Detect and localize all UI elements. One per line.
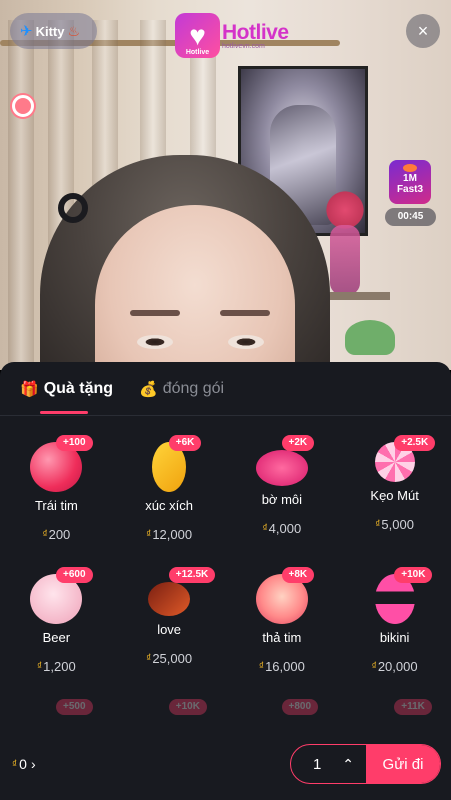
gift-item[interactable]: +8K thả tim ₫ 16,000 [226, 564, 339, 674]
gift-item[interactable]: +500 [0, 696, 113, 736]
gift-price: ₫ 25,000 [146, 651, 193, 666]
gift-item[interactable]: +12.5K love ₫ 25,000 [113, 564, 226, 674]
gift-name: thả tim [262, 630, 302, 645]
gift-price: ₫ 12,000 [146, 527, 193, 542]
streamer-profile-pill[interactable]: ✈ Kitty ♨ [10, 13, 97, 49]
balance-value: 0 [19, 756, 27, 772]
gift-name: Trái tim [34, 498, 78, 513]
plant [345, 320, 395, 355]
tab-package[interactable]: 💰 đóng gói [139, 362, 224, 416]
gift-name: Kẹo Mút [370, 488, 419, 503]
currency-icon: ₫ [42, 529, 48, 540]
gift-item[interactable]: +100 Trái tim ₫ 200 [0, 432, 113, 542]
gift-price: ₫ 16,000 [258, 659, 305, 674]
flame-badge-icon: ♨ [67, 22, 81, 39]
gift-name: bờ môi [261, 492, 303, 507]
gift-bonus: +10K [394, 567, 433, 583]
gift-item[interactable]: +10K bikini ₫ 20,000 [338, 564, 451, 674]
gift-bonus: +2K [281, 435, 315, 451]
quantity-selector[interactable]: 1 ⌃ [291, 745, 366, 783]
gift-item[interactable]: +11K [338, 696, 451, 736]
gift-item[interactable]: +10K [113, 696, 226, 736]
gift-price: ₫ 1,200 [37, 659, 76, 674]
gift-name: love [157, 622, 182, 637]
gift-price: ₫ 20,000 [371, 659, 418, 674]
game-label-line1: 1M [403, 173, 417, 184]
gift-bonus: +12.5K [168, 567, 216, 583]
hair-clip [58, 193, 88, 223]
gift-bonus: +600 [56, 567, 93, 583]
gift-name: Beer [42, 630, 71, 645]
gift-bonus: +100 [56, 435, 93, 451]
heart-logo-icon: ♥ Hotlive [175, 13, 220, 58]
gift-bonus: +6K [168, 435, 202, 451]
gift-name: xúc xích [145, 498, 193, 513]
send-group: 1 ⌃ Gửi đi [290, 744, 441, 784]
love-sign-gift-icon [148, 582, 191, 616]
currency-icon: ₫ [146, 653, 152, 664]
brow [130, 310, 180, 316]
currency-icon: ₫ [258, 661, 265, 672]
streamer-username: Kitty [35, 23, 65, 39]
currency-icon: ₫ [146, 529, 152, 540]
tab-gifts[interactable]: 🎁 Quà tặng [20, 362, 113, 416]
gift-bonus: +2.5K [394, 435, 436, 451]
gift-price: ₫ 200 [42, 527, 71, 542]
eye [228, 335, 264, 349]
tab-gifts-label: Quà tặng [43, 379, 114, 397]
airplane-icon: ✈ [20, 23, 33, 40]
gift-item[interactable]: +6K xúc xích ₫ 12,000 [113, 432, 226, 542]
gift-bonus: +8K [281, 567, 315, 583]
gift-price: ₫ 5,000 [375, 517, 414, 532]
tab-package-label: đóng gói [162, 379, 225, 397]
currency-icon: ₫ [12, 758, 18, 770]
send-gift-button[interactable]: Gửi đi [366, 745, 440, 783]
brow [220, 310, 270, 316]
gift-price: ₫ 4,000 [262, 521, 302, 536]
game-fast3-button[interactable]: 1M Fast3 [389, 160, 431, 204]
gift-item[interactable]: +2K bờ môi ₫ 4,000 [226, 432, 339, 542]
gift-icon: 🎁 [20, 380, 39, 398]
coin-balance-button[interactable]: ₫ 0 › [12, 756, 36, 772]
logo-sub-label: Hotlive [185, 49, 210, 56]
quantity-value: 1 [313, 755, 322, 773]
gift-bonus: +500 [56, 699, 93, 715]
gift-bonus: +11K [394, 699, 432, 715]
gift-bonus: +800 [281, 699, 319, 715]
gift-name: bikini [379, 630, 410, 645]
gift-tabs: 🎁 Quà tặng 💰 đóng gói [0, 362, 451, 416]
ring-badge-icon[interactable] [12, 95, 34, 117]
currency-icon: ₫ [375, 519, 381, 530]
eye [137, 335, 173, 349]
game-label-line2: Fast3 [396, 183, 424, 195]
currency-icon: ₫ [371, 661, 377, 672]
logo-url: hotlivevn.com [222, 42, 265, 50]
hotlive-logo: ♥ Hotlive Hotlive hotlivevn.com [175, 13, 289, 58]
currency-icon: ₫ [262, 523, 268, 534]
chevron-right-icon: › [30, 756, 36, 772]
flowers [322, 190, 368, 230]
close-icon: × [417, 20, 429, 41]
gift-grid: +100 Trái tim ₫ 200 +6K xúc xích ₫ 12,000 … [0, 432, 451, 736]
gift-item[interactable]: +2.5K Kẹo Mút ₫ 5,000 [338, 432, 451, 542]
curtain [8, 20, 34, 370]
logo-name: Hotlive [222, 20, 289, 44]
chevron-up-icon: ⌃ [342, 755, 354, 772]
game-timer: 00:45 [385, 208, 436, 226]
gift-panel: 🎁 Quà tặng 💰 đóng gói +100 Trái tim ₫ 200… [0, 362, 451, 800]
currency-icon: ₫ [37, 661, 43, 672]
vase [330, 225, 360, 295]
close-button[interactable]: × [406, 14, 440, 48]
gift-item[interactable]: +600 Beer ₫ 1,200 [0, 564, 113, 674]
gift-bonus: +10K [168, 699, 207, 715]
lips-gift-icon [255, 450, 308, 486]
bag-icon: 💰 [139, 380, 158, 398]
gift-item[interactable]: +800 [226, 696, 339, 736]
